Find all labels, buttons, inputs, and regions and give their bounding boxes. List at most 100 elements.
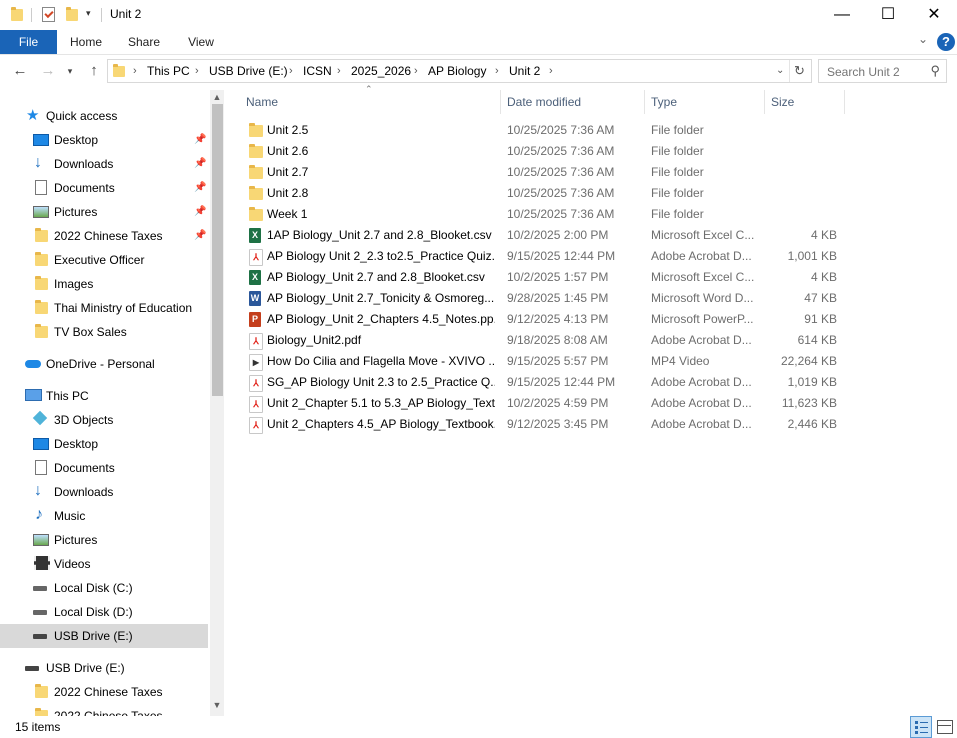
column-divider[interactable] — [500, 90, 501, 114]
tab-share[interactable]: Share — [121, 30, 167, 54]
nav-item-pc-9[interactable]: USB Drive (E:) — [0, 624, 208, 648]
pin-icon[interactable]: 📌 — [194, 176, 206, 200]
details-view-icon[interactable] — [910, 716, 932, 738]
file-row[interactable]: X AP Biology_Unit 2.7 and 2.8_Blooket.csv… — [238, 267, 848, 288]
back-arrow-icon[interactable]: ← — [10, 61, 30, 81]
nav-item-pc-3[interactable]: ↓ Downloads — [0, 480, 208, 504]
address-bar[interactable]: › This PC › USB Drive (E:) › ICSN › 2025… — [107, 59, 812, 83]
file-row[interactable]: P AP Biology_Unit 2_Chapters 4.5_Notes.pp… — [238, 309, 848, 330]
breadcrumb-2025-2026[interactable]: 2025_2026 — [351, 60, 411, 82]
file-row[interactable]: Unit 2.6 10/25/2025 7:36 AM File folder — [238, 141, 848, 162]
nav-item-quick-2[interactable]: Documents 📌 — [0, 176, 208, 200]
nav-item-pc-8[interactable]: Local Disk (D:) — [0, 600, 208, 624]
breadcrumb-this-pc[interactable]: This PC — [147, 60, 190, 82]
nav-item-pc-1[interactable]: Desktop — [0, 432, 208, 456]
column-name[interactable]: Name — [246, 90, 278, 114]
file-row[interactable]: ⅄ Unit 2_Chapter 5.1 to 5.3_AP Biology_Te… — [238, 393, 848, 414]
search-icon[interactable]: ⚲ — [930, 63, 940, 79]
scroll-down-arrow-icon[interactable]: ▼ — [210, 700, 224, 710]
column-size[interactable]: Size — [771, 90, 794, 114]
nav-quick-access[interactable]: ★ Quick access — [0, 104, 208, 128]
breadcrumb-separator-icon[interactable]: › — [195, 60, 199, 82]
column-divider[interactable] — [644, 90, 645, 114]
search-box[interactable]: ⚲ — [818, 59, 947, 83]
nav-item-quick-3[interactable]: Pictures 📌 — [0, 200, 208, 224]
pin-icon[interactable]: 📌 — [194, 224, 206, 248]
file-name: AP Biology_Unit 2.7_Tonicity & Osmoreg..… — [267, 291, 495, 305]
breadcrumb-separator-icon[interactable]: › — [495, 60, 499, 82]
breadcrumb-separator-icon[interactable]: › — [414, 60, 418, 82]
minimize-button[interactable]: — — [819, 0, 865, 30]
nav-item-quick-4[interactable]: 2022 Chinese Taxes 📌 — [0, 224, 208, 248]
nav-onedrive[interactable]: OneDrive - Personal — [0, 352, 208, 376]
nav-scrollbar-thumb[interactable] — [212, 104, 223, 396]
search-input[interactable] — [825, 63, 927, 81]
file-row[interactable]: X 1AP Biology_Unit 2.7 and 2.8_Blooket.cs… — [238, 225, 848, 246]
breadcrumb-usb-drive[interactable]: USB Drive (E:) — [209, 60, 288, 82]
file-row[interactable]: ⅄ SG_AP Biology Unit 2.3 to 2.5_Practice … — [238, 372, 848, 393]
file-name: Week 1 — [267, 207, 308, 221]
nav-item-pc-4[interactable]: ♪ Music — [0, 504, 208, 528]
breadcrumb-separator-icon[interactable]: › — [337, 60, 341, 82]
customize-toolbar-chevron-icon[interactable]: ▾ — [86, 8, 91, 19]
file-row[interactable]: ⅄ Unit 2_Chapters 4.5_AP Biology_Textbook… — [238, 414, 848, 435]
recent-locations-chevron-icon[interactable]: ▾ — [63, 61, 77, 81]
nav-item-quick-6[interactable]: Images — [0, 272, 208, 296]
help-button[interactable]: ? — [937, 33, 955, 51]
refresh-icon[interactable]: ↻ — [794, 60, 805, 82]
folder-icon — [249, 165, 263, 179]
nav-item-quick-0[interactable]: Desktop 📌 — [0, 128, 208, 152]
pin-icon[interactable]: 📌 — [194, 128, 206, 152]
nav-item-usb-1[interactable]: 2022 Chinese Taxes — [0, 704, 208, 716]
nav-item-pc-2[interactable]: Documents — [0, 456, 208, 480]
tab-view[interactable]: View — [178, 30, 224, 54]
nav-this-pc[interactable]: This PC — [0, 384, 208, 408]
file-row[interactable]: ⅄ Biology_Unit2.pdf 9/18/2025 8:08 AM Adobe… — [238, 330, 848, 351]
new-folder-icon[interactable] — [66, 7, 78, 21]
breadcrumb-separator-icon[interactable]: › — [549, 60, 553, 82]
maximize-button[interactable]: ☐ — [865, 0, 911, 30]
file-name: AP Biology_Unit 2_Chapters 4.5_Notes.pp.… — [267, 312, 495, 326]
nav-item-pc-6[interactable]: Videos — [0, 552, 208, 576]
file-row[interactable]: ⅄ AP Biology Unit 2_2.3 to2.5_Practice Qu… — [238, 246, 848, 267]
nav-item-pc-7[interactable]: Local Disk (C:) — [0, 576, 208, 600]
address-history-chevron-icon[interactable]: ⌄ — [776, 60, 784, 82]
column-divider[interactable] — [844, 90, 845, 114]
scroll-up-arrow-icon[interactable]: ▲ — [210, 92, 224, 102]
large-icons-view-icon[interactable] — [934, 716, 954, 736]
tab-file[interactable]: File — [0, 30, 57, 54]
breadcrumb-separator-icon[interactable]: › — [289, 60, 293, 82]
up-arrow-icon[interactable]: ↑ — [84, 61, 104, 81]
nav-item-quick-1[interactable]: ↓ Downloads 📌 — [0, 152, 208, 176]
folder-icon[interactable] — [11, 7, 23, 21]
nav-usb-drive-root[interactable]: USB Drive (E:) — [0, 656, 208, 680]
column-date-modified[interactable]: Date modified — [507, 90, 581, 114]
breadcrumb-separator-icon[interactable]: › — [133, 60, 137, 82]
nav-item-usb-0[interactable]: 2022 Chinese Taxes — [0, 680, 208, 704]
file-row[interactable]: Week 1 10/25/2025 7:36 AM File folder — [238, 204, 848, 225]
breadcrumb-unit-2[interactable]: Unit 2 — [509, 60, 540, 82]
column-divider[interactable] — [764, 90, 765, 114]
file-row[interactable]: Unit 2.8 10/25/2025 7:36 AM File folder — [238, 183, 848, 204]
nav-item-quick-8[interactable]: TV Box Sales — [0, 320, 208, 344]
breadcrumb-ap-biology[interactable]: AP Biology — [428, 60, 486, 82]
breadcrumb-icsn[interactable]: ICSN — [303, 60, 332, 82]
file-type: MP4 Video — [651, 354, 710, 368]
nav-item-quick-7[interactable]: Thai Ministry of Education — [0, 296, 208, 320]
pin-icon[interactable]: 📌 — [194, 152, 206, 176]
pin-icon[interactable]: 📌 — [194, 200, 206, 224]
column-type[interactable]: Type — [651, 90, 677, 114]
properties-icon[interactable] — [42, 7, 55, 22]
nav-item-pc-0[interactable]: 3D Objects — [0, 408, 208, 432]
file-row[interactable]: ▶ How Do Cilia and Flagella Move - XVIVO … — [238, 351, 848, 372]
file-row[interactable]: Unit 2.7 10/25/2025 7:36 AM File folder — [238, 162, 848, 183]
forward-arrow-icon[interactable]: → — [38, 61, 58, 81]
file-name: AP Biology_Unit 2.7 and 2.8_Blooket.csv — [267, 270, 485, 284]
tab-home[interactable]: Home — [63, 30, 109, 54]
file-row[interactable]: Unit 2.5 10/25/2025 7:36 AM File folder — [238, 120, 848, 141]
close-button[interactable]: ✕ — [911, 0, 957, 30]
nav-item-quick-5[interactable]: Executive Officer — [0, 248, 208, 272]
expand-ribbon-chevron-icon[interactable]: ⌄ — [918, 32, 928, 46]
nav-item-pc-5[interactable]: Pictures — [0, 528, 208, 552]
file-row[interactable]: W AP Biology_Unit 2.7_Tonicity & Osmoreg.… — [238, 288, 848, 309]
